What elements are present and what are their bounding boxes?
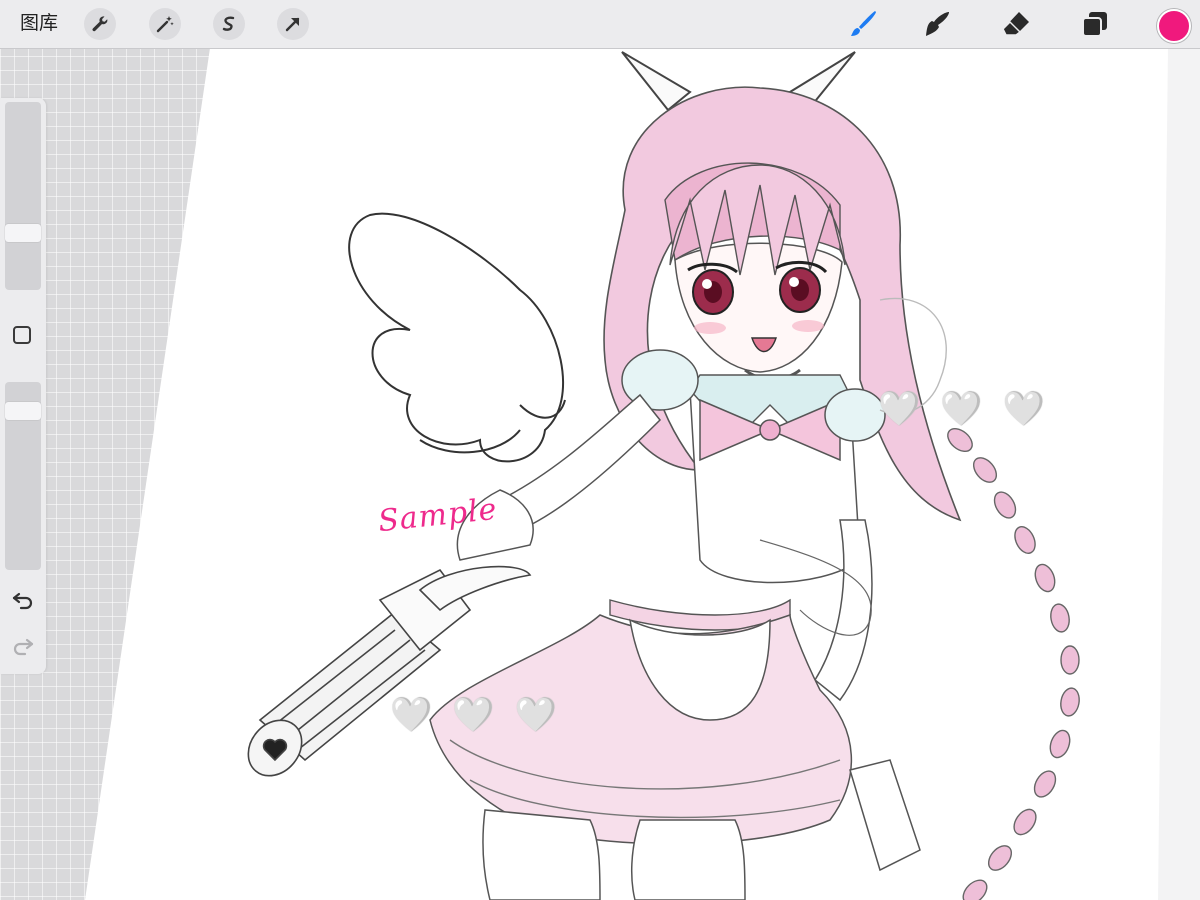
artwork bbox=[85, 48, 1200, 900]
eraser-icon bbox=[1002, 12, 1029, 36]
drawing-canvas[interactable]: Sample 🤍 🤍 🤍 🤍 🤍 🤍 bbox=[0, 0, 1200, 900]
redo-icon[interactable] bbox=[11, 634, 35, 658]
gallery-button[interactable]: 图库 bbox=[20, 11, 58, 37]
magic-wand-icon bbox=[156, 16, 174, 33]
heart-icon: 🤍 bbox=[940, 390, 983, 428]
smudge-icon bbox=[926, 12, 949, 36]
opacity-thumb[interactable] bbox=[5, 402, 41, 420]
actions-button[interactable] bbox=[84, 8, 116, 40]
heart-icon: 🤍 bbox=[1002, 390, 1046, 428]
heart-icon: 🤍 bbox=[390, 696, 433, 734]
modify-square-icon[interactable] bbox=[13, 326, 31, 344]
color-picker-button[interactable] bbox=[1157, 9, 1191, 43]
brush-icon bbox=[851, 11, 876, 36]
opacity-slider[interactable] bbox=[5, 382, 41, 570]
heart-icon: 🤍 bbox=[514, 696, 558, 734]
selection-icon bbox=[222, 16, 235, 31]
adjustments-button[interactable] bbox=[149, 8, 181, 40]
heart-icon: 🤍 bbox=[452, 696, 495, 734]
hearts-row-bottom: 🤍 🤍 🤍 bbox=[390, 696, 557, 734]
top-toolbar: 图库 bbox=[0, 0, 1200, 49]
brush-size-thumb[interactable] bbox=[5, 224, 41, 242]
eraser-button[interactable] bbox=[998, 6, 1034, 42]
undo-icon[interactable] bbox=[11, 588, 35, 612]
brush-button[interactable] bbox=[845, 6, 881, 42]
layers-button[interactable] bbox=[1077, 6, 1113, 42]
wrench-icon bbox=[92, 16, 108, 32]
smudge-button[interactable] bbox=[920, 6, 956, 42]
selection-button[interactable] bbox=[213, 8, 245, 40]
hearts-row-top: 🤍 🤍 🤍 bbox=[878, 390, 1045, 428]
left-sidebar bbox=[0, 98, 46, 674]
heart-icon: 🤍 bbox=[878, 390, 921, 428]
brush-size-slider[interactable] bbox=[5, 102, 41, 290]
transform-arrow-icon bbox=[285, 17, 300, 32]
layers-icon bbox=[1082, 12, 1107, 37]
transform-button[interactable] bbox=[277, 8, 309, 40]
